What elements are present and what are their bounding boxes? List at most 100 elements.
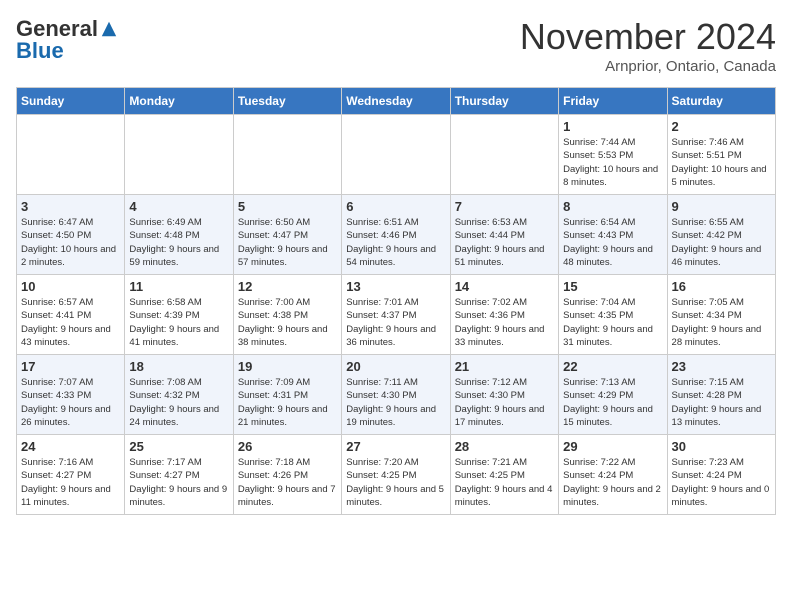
calendar-day-cell: 1 Sunrise: 7:44 AM Sunset: 5:53 PM Daylig… (559, 115, 667, 195)
day-number: 28 (455, 439, 554, 454)
day-info: Sunrise: 7:17 AM Sunset: 4:27 PM Dayligh… (129, 456, 228, 509)
day-of-week-header: Wednesday (342, 88, 450, 115)
calendar-day-cell: 15 Sunrise: 7:04 AM Sunset: 4:35 PM Dayli… (559, 275, 667, 355)
calendar-day-cell: 6Sunrise: 6:51 AM Sunset: 4:46 PM Daylig… (342, 195, 450, 275)
day-info: Sunrise: 7:46 AM Sunset: 5:51 PM Dayligh… (672, 136, 771, 189)
day-of-week-header: Sunday (17, 88, 125, 115)
day-number: 14 (455, 279, 554, 294)
day-number: 1 (563, 119, 662, 134)
day-info: Sunrise: 7:18 AM Sunset: 4:26 PM Dayligh… (238, 456, 337, 509)
calendar-day-cell: 2 Sunrise: 7:46 AM Sunset: 5:51 PM Daylig… (667, 115, 775, 195)
day-info: Sunrise: 7:23 AM Sunset: 4:24 PM Dayligh… (672, 456, 771, 509)
day-info: Sunrise: 7:21 AM Sunset: 4:25 PM Dayligh… (455, 456, 554, 509)
calendar-day-cell: 21Sunrise: 7:12 AM Sunset: 4:30 PM Dayli… (450, 355, 558, 435)
calendar-day-cell: 9 Sunrise: 6:55 AM Sunset: 4:42 PM Daylig… (667, 195, 775, 275)
day-number: 2 (672, 119, 771, 134)
calendar-day-cell: 25 Sunrise: 7:17 AM Sunset: 4:27 PM Dayli… (125, 435, 233, 515)
day-number: 10 (21, 279, 120, 294)
calendar-week-row: 17 Sunrise: 7:07 AM Sunset: 4:33 PM Dayli… (17, 355, 776, 435)
day-of-week-header: Thursday (450, 88, 558, 115)
calendar-day-cell: 4 Sunrise: 6:49 AM Sunset: 4:48 PM Daylig… (125, 195, 233, 275)
day-number: 30 (672, 439, 771, 454)
day-info: Sunrise: 7:11 AM Sunset: 4:30 PM Dayligh… (346, 376, 445, 429)
day-of-week-header: Tuesday (233, 88, 341, 115)
day-info: Sunrise: 7:09 AM Sunset: 4:31 PM Dayligh… (238, 376, 337, 429)
calendar-day-cell (450, 115, 558, 195)
calendar-day-cell: 7Sunrise: 6:53 AM Sunset: 4:44 PM Daylig… (450, 195, 558, 275)
calendar-day-cell (233, 115, 341, 195)
day-number: 12 (238, 279, 337, 294)
day-number: 20 (346, 359, 445, 374)
calendar-day-cell: 20 Sunrise: 7:11 AM Sunset: 4:30 PM Dayli… (342, 355, 450, 435)
day-info: Sunrise: 6:49 AM Sunset: 4:48 PM Dayligh… (129, 216, 228, 269)
day-info: Sunrise: 6:51 AM Sunset: 4:46 PM Dayligh… (346, 216, 445, 269)
day-info: Sunrise: 7:04 AM Sunset: 4:35 PM Dayligh… (563, 296, 662, 349)
logo-icon (100, 20, 118, 38)
day-number: 4 (129, 199, 228, 214)
logo-blue-text: Blue (16, 38, 64, 64)
calendar-week-row: 10Sunrise: 6:57 AM Sunset: 4:41 PM Dayli… (17, 275, 776, 355)
day-number: 17 (21, 359, 120, 374)
day-info: Sunrise: 7:08 AM Sunset: 4:32 PM Dayligh… (129, 376, 228, 429)
calendar-day-cell: 18 Sunrise: 7:08 AM Sunset: 4:32 PM Dayli… (125, 355, 233, 435)
day-number: 5 (238, 199, 337, 214)
calendar-day-cell: 13Sunrise: 7:01 AM Sunset: 4:37 PM Dayli… (342, 275, 450, 355)
day-info: Sunrise: 7:00 AM Sunset: 4:38 PM Dayligh… (238, 296, 337, 349)
day-number: 15 (563, 279, 662, 294)
title-block: November 2024 Arnprior, Ontario, Canada (520, 16, 776, 75)
calendar-week-row: 1 Sunrise: 7:44 AM Sunset: 5:53 PM Daylig… (17, 115, 776, 195)
day-info: Sunrise: 7:12 AM Sunset: 4:30 PM Dayligh… (455, 376, 554, 429)
calendar-day-cell (17, 115, 125, 195)
day-info: Sunrise: 7:07 AM Sunset: 4:33 PM Dayligh… (21, 376, 120, 429)
day-number: 26 (238, 439, 337, 454)
calendar-day-cell: 14Sunrise: 7:02 AM Sunset: 4:36 PM Dayli… (450, 275, 558, 355)
calendar-day-cell: 17 Sunrise: 7:07 AM Sunset: 4:33 PM Dayli… (17, 355, 125, 435)
calendar-day-cell: 27Sunrise: 7:20 AM Sunset: 4:25 PM Dayli… (342, 435, 450, 515)
day-info: Sunrise: 6:54 AM Sunset: 4:43 PM Dayligh… (563, 216, 662, 269)
day-info: Sunrise: 6:53 AM Sunset: 4:44 PM Dayligh… (455, 216, 554, 269)
day-of-week-header: Friday (559, 88, 667, 115)
calendar-day-cell: 28 Sunrise: 7:21 AM Sunset: 4:25 PM Dayli… (450, 435, 558, 515)
calendar-day-cell: 10Sunrise: 6:57 AM Sunset: 4:41 PM Dayli… (17, 275, 125, 355)
day-of-week-header: Saturday (667, 88, 775, 115)
day-info: Sunrise: 7:05 AM Sunset: 4:34 PM Dayligh… (672, 296, 771, 349)
day-info: Sunrise: 7:20 AM Sunset: 4:25 PM Dayligh… (346, 456, 445, 509)
day-number: 16 (672, 279, 771, 294)
calendar-day-cell: 26 Sunrise: 7:18 AM Sunset: 4:26 PM Dayli… (233, 435, 341, 515)
calendar-day-cell: 12 Sunrise: 7:00 AM Sunset: 4:38 PM Dayli… (233, 275, 341, 355)
page-header: General Blue November 2024 Arnprior, Ont… (16, 16, 776, 75)
calendar-day-cell: 19 Sunrise: 7:09 AM Sunset: 4:31 PM Dayli… (233, 355, 341, 435)
calendar-day-cell: 11Sunrise: 6:58 AM Sunset: 4:39 PM Dayli… (125, 275, 233, 355)
calendar-day-cell: 8 Sunrise: 6:54 AM Sunset: 4:43 PM Daylig… (559, 195, 667, 275)
day-number: 8 (563, 199, 662, 214)
day-info: Sunrise: 6:47 AM Sunset: 4:50 PM Dayligh… (21, 216, 120, 269)
day-number: 25 (129, 439, 228, 454)
month-title: November 2024 (520, 16, 776, 58)
day-info: Sunrise: 6:55 AM Sunset: 4:42 PM Dayligh… (672, 216, 771, 269)
day-number: 22 (563, 359, 662, 374)
day-info: Sunrise: 7:13 AM Sunset: 4:29 PM Dayligh… (563, 376, 662, 429)
day-info: Sunrise: 7:01 AM Sunset: 4:37 PM Dayligh… (346, 296, 445, 349)
calendar-table: SundayMondayTuesdayWednesdayThursdayFrid… (16, 87, 776, 515)
logo: General Blue (16, 16, 118, 64)
calendar-day-cell: 16 Sunrise: 7:05 AM Sunset: 4:34 PM Dayli… (667, 275, 775, 355)
calendar-day-cell: 30 Sunrise: 7:23 AM Sunset: 4:24 PM Dayli… (667, 435, 775, 515)
day-of-week-header: Monday (125, 88, 233, 115)
calendar-day-cell: 24Sunrise: 7:16 AM Sunset: 4:27 PM Dayli… (17, 435, 125, 515)
day-info: Sunrise: 7:22 AM Sunset: 4:24 PM Dayligh… (563, 456, 662, 509)
day-info: Sunrise: 7:16 AM Sunset: 4:27 PM Dayligh… (21, 456, 120, 509)
calendar-day-cell (342, 115, 450, 195)
day-number: 29 (563, 439, 662, 454)
day-number: 18 (129, 359, 228, 374)
day-number: 19 (238, 359, 337, 374)
day-number: 9 (672, 199, 771, 214)
calendar-header-row: SundayMondayTuesdayWednesdayThursdayFrid… (17, 88, 776, 115)
location-subtitle: Arnprior, Ontario, Canada (520, 58, 776, 75)
calendar-day-cell: 3Sunrise: 6:47 AM Sunset: 4:50 PM Daylig… (17, 195, 125, 275)
calendar-day-cell: 29 Sunrise: 7:22 AM Sunset: 4:24 PM Dayli… (559, 435, 667, 515)
day-info: Sunrise: 7:44 AM Sunset: 5:53 PM Dayligh… (563, 136, 662, 189)
day-info: Sunrise: 6:50 AM Sunset: 4:47 PM Dayligh… (238, 216, 337, 269)
day-number: 23 (672, 359, 771, 374)
calendar-day-cell: 5 Sunrise: 6:50 AM Sunset: 4:47 PM Daylig… (233, 195, 341, 275)
day-info: Sunrise: 6:58 AM Sunset: 4:39 PM Dayligh… (129, 296, 228, 349)
